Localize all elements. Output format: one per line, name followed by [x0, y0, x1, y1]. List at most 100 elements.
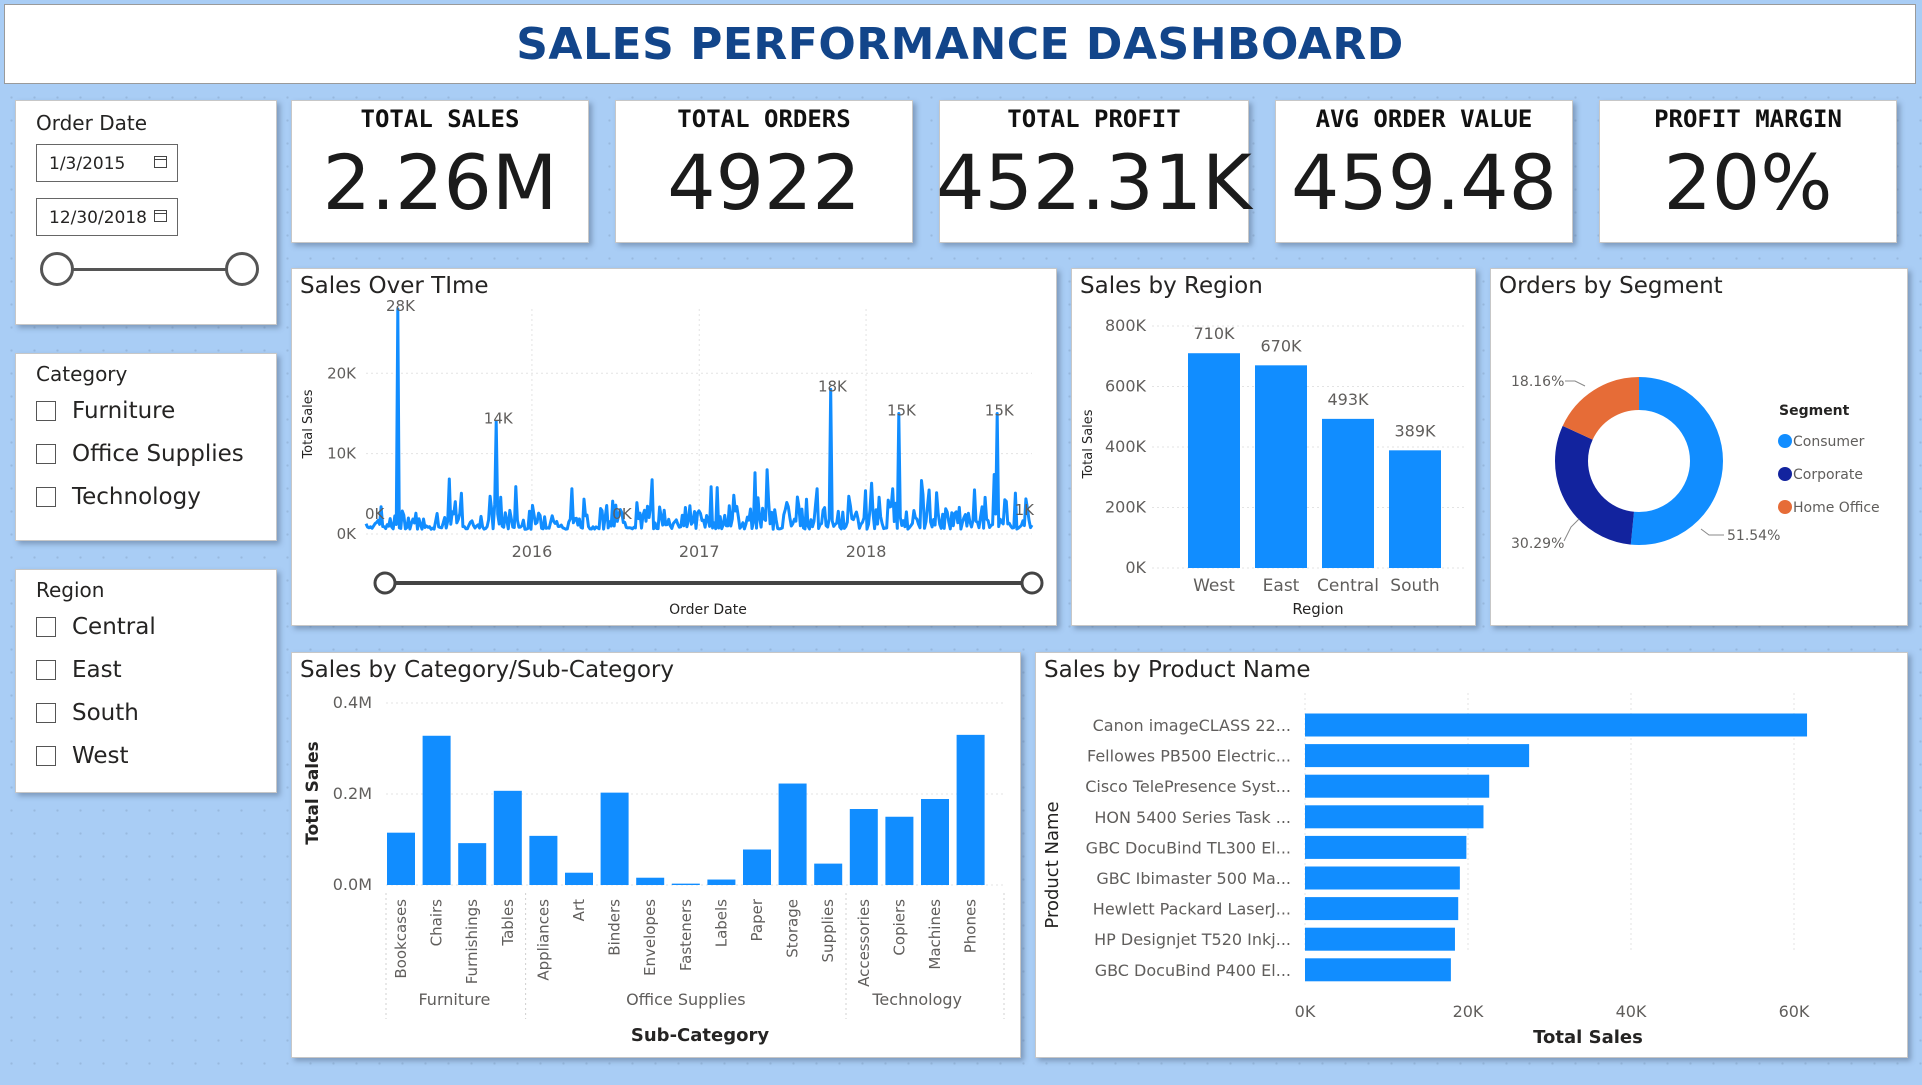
checkbox[interactable] — [36, 660, 56, 680]
slicer-title: Order Date — [36, 111, 147, 135]
bar-binders — [600, 792, 629, 885]
bar-envelopes — [636, 877, 665, 885]
x-tick-label: Envelopes — [641, 899, 659, 976]
region-option-central[interactable]: Central — [36, 614, 156, 640]
orders-by-segment-visual[interactable]: Orders by Segment 51.54% 30.29% 18.16% Segm… — [1490, 268, 1908, 626]
x-tick-label: South — [1390, 576, 1439, 596]
y-tick-label: 200K — [1105, 498, 1147, 517]
kpi-value: 459.48 — [1291, 138, 1557, 227]
sales-over-time-visual[interactable]: Sales Over TIme 0K 10K 20K 2016 2017 2018 Tota… — [291, 268, 1057, 626]
x-tick-label: Paper — [748, 898, 766, 941]
end-date-input[interactable]: 12/30/2018 — [36, 198, 178, 236]
bar-west — [1188, 353, 1240, 568]
y-tick-label: 20K — [327, 364, 357, 382]
x-tick-label: Binders — [606, 899, 624, 956]
date-range-end-handle[interactable] — [225, 252, 259, 286]
region-option-west[interactable]: West — [36, 743, 129, 769]
option-label: South — [72, 700, 139, 726]
bar-phones — [956, 734, 985, 885]
sales-over-time-chart: 0K 10K 20K 2016 2017 2018 Total Sales Order Dat… — [301, 297, 1044, 618]
kpi-label: AVG ORDER VALUE — [1315, 105, 1533, 133]
checkbox[interactable] — [36, 401, 56, 421]
legend-title: Segment — [1779, 403, 1850, 419]
start-date-input[interactable]: 1/3/2015 — [36, 144, 178, 182]
x-tick-label: 2016 — [512, 542, 553, 561]
x-tick-label: Accessories — [855, 899, 873, 987]
y-axis-title: Total Sales — [303, 741, 323, 845]
date-range-start-handle[interactable] — [40, 252, 74, 286]
x-tick-label: Chairs — [428, 899, 446, 947]
calendar-icon[interactable] — [154, 210, 167, 222]
y-tick-label: 0.4M — [333, 693, 372, 712]
kpi-label: PROFIT MARGIN — [1654, 105, 1842, 133]
kpi-card-total-profit[interactable]: TOTAL PROFIT 452.31K — [936, 100, 1252, 243]
bar-labels — [707, 879, 736, 885]
calendar-icon[interactable] — [154, 156, 167, 168]
checkbox[interactable] — [36, 444, 56, 464]
x-tick-label: Copiers — [890, 899, 908, 956]
checkbox[interactable] — [36, 617, 56, 637]
checkbox[interactable] — [36, 487, 56, 507]
x-tick-label: Labels — [712, 899, 730, 947]
dashboard-title: SALES PERFORMANCE DASHBOARD — [516, 18, 1404, 70]
kpi-card-avg-order-value[interactable]: AVG ORDER VALUE 459.48 — [1275, 100, 1573, 243]
x-tick-label: West — [1193, 576, 1235, 596]
category-option-office-supplies[interactable]: Office Supplies — [36, 441, 244, 467]
end-date-value: 12/30/2018 — [49, 208, 147, 228]
option-label: Technology — [72, 484, 201, 510]
peak-data-label: 18K — [818, 377, 848, 395]
kpi-card-profit-margin[interactable]: PROFIT MARGIN 20% — [1599, 100, 1897, 243]
slice-data-label: 51.54% — [1727, 528, 1780, 544]
x-axis-title: Sub-Category — [631, 1025, 769, 1046]
slice-data-label: 18.16% — [1511, 374, 1564, 390]
region-option-east[interactable]: East — [36, 657, 122, 683]
bar-accessories — [849, 809, 878, 885]
sales-by-subcategory-visual[interactable]: Sales by Category/Sub-Category 0.0M 0.2M 0… — [291, 652, 1021, 1058]
bar-paper — [743, 849, 771, 885]
category-option-furniture[interactable]: Furniture — [36, 398, 175, 424]
kpi-card-total-sales[interactable]: TOTAL SALES 2.26M — [291, 100, 589, 243]
legend-marker — [1778, 500, 1792, 514]
product-bar — [1305, 866, 1460, 890]
bar-data-label: 670K — [1260, 336, 1302, 355]
x-tick-label: Phones — [962, 899, 980, 953]
y-tick-label: 0.0M — [333, 875, 372, 894]
region-slicer: Region Central East South West — [15, 569, 277, 793]
zoom-slider-handle[interactable] — [1020, 571, 1044, 595]
y-tick-label: Canon imageCLASS 22... — [1093, 716, 1291, 735]
y-tick-label: GBC DocuBind P400 El... — [1095, 961, 1291, 980]
y-tick-label: 10K — [327, 445, 357, 463]
slicer-title: Category — [36, 362, 128, 386]
date-range-track[interactable] — [56, 268, 246, 271]
data-label: 0K — [612, 505, 633, 523]
category-slicer: Category Furniture Office Supplies Techn… — [15, 353, 277, 541]
region-option-south[interactable]: South — [36, 700, 139, 726]
sales-by-product-chart: 0K 20K 40K 60K Product Name Total Sales Canon … — [1042, 693, 1810, 1048]
group-label: Furniture — [418, 990, 490, 1009]
kpi-value: 2.26M — [322, 138, 558, 227]
y-tick-label: HON 5400 Series Task ... — [1094, 808, 1291, 827]
legend-label: Consumer — [1793, 434, 1865, 450]
y-tick-label: Fellowes PB500 Electric... — [1087, 747, 1291, 766]
checkbox[interactable] — [36, 746, 56, 766]
x-tick-label: Supplies — [819, 899, 837, 963]
data-label: 0K — [365, 505, 386, 523]
peak-data-label: 15K — [985, 401, 1015, 419]
y-tick-label: 800K — [1105, 316, 1147, 335]
kpi-card-total-orders[interactable]: TOTAL ORDERS 4922 — [615, 100, 913, 243]
checkbox[interactable] — [36, 703, 56, 723]
data-label: 1K — [1015, 501, 1036, 519]
x-tick-label: Bookcases — [392, 899, 410, 979]
product-bar — [1305, 713, 1808, 737]
sales-by-region-visual[interactable]: Sales by Region 0K 200K 400K 600K 800K Total … — [1071, 268, 1476, 626]
sales-by-product-visual[interactable]: Sales by Product Name 0K 20K 40K 60K Product… — [1035, 652, 1908, 1058]
bar-copiers — [885, 816, 914, 885]
x-tick-label: Furnishings — [463, 899, 481, 984]
bar-data-label: 389K — [1394, 421, 1436, 440]
option-label: Office Supplies — [72, 441, 244, 467]
x-tick-label: 60K — [1779, 1002, 1810, 1021]
peak-data-label: 28K — [386, 297, 416, 315]
leader-line — [1565, 380, 1586, 387]
category-option-technology[interactable]: Technology — [36, 484, 201, 510]
zoom-slider-handle[interactable] — [373, 571, 397, 595]
